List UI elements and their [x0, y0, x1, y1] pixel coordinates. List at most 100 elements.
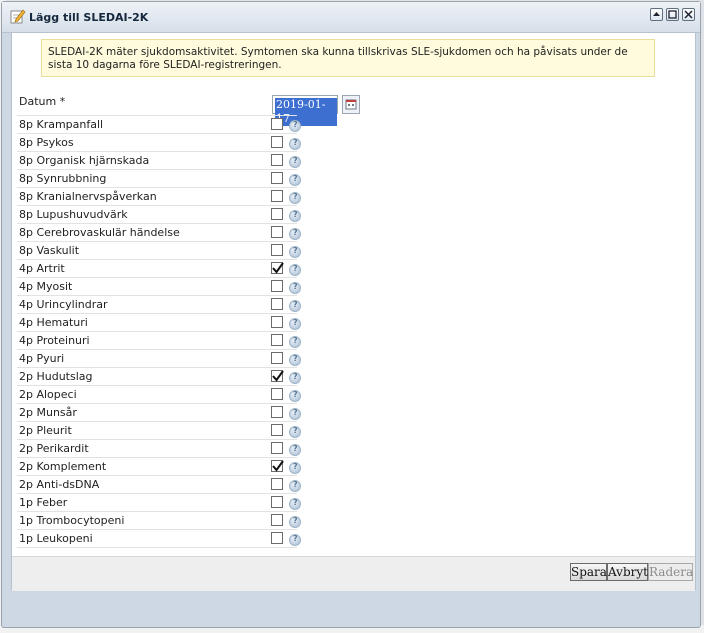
- symptom-checkbox[interactable]: [271, 280, 283, 292]
- row-divider: [17, 313, 297, 314]
- help-icon[interactable]: [289, 300, 301, 312]
- help-icon[interactable]: [289, 408, 301, 420]
- symptom-label: 2p Komplement: [19, 460, 107, 473]
- sledai-dialog: Lägg till SLEDAI-2K SLEDAI-2K mäter sjuk…: [1, 1, 701, 628]
- info-box: SLEDAI-2K mäter sjukdomsaktivitet. Symto…: [41, 39, 655, 77]
- chevron-up-icon: [653, 12, 660, 16]
- help-icon[interactable]: [289, 174, 301, 186]
- symptom-label: 8p Krampanfall: [19, 118, 104, 131]
- help-icon[interactable]: [289, 264, 301, 276]
- help-icon[interactable]: [289, 120, 301, 132]
- symptom-checkbox[interactable]: [271, 118, 283, 130]
- row-divider: [17, 223, 297, 224]
- symptom-label: 2p Alopeci: [19, 388, 77, 401]
- maximize-button[interactable]: [666, 8, 679, 21]
- close-icon: [684, 10, 693, 19]
- help-icon[interactable]: [289, 444, 301, 456]
- row-divider: [17, 403, 297, 404]
- help-icon[interactable]: [289, 372, 301, 384]
- help-icon[interactable]: [289, 318, 301, 330]
- help-icon[interactable]: [289, 480, 301, 492]
- calendar-button[interactable]: [342, 95, 360, 114]
- symptom-checkbox[interactable]: [271, 442, 283, 454]
- symptom-checkbox[interactable]: [271, 496, 283, 508]
- collapse-button[interactable]: [650, 8, 663, 21]
- help-icon[interactable]: [289, 336, 301, 348]
- row-divider: [17, 493, 297, 494]
- symptom-checkbox[interactable]: [271, 172, 283, 184]
- row-divider: [17, 349, 297, 350]
- symptom-checkbox[interactable]: [271, 190, 283, 202]
- help-icon[interactable]: [289, 534, 301, 546]
- help-icon[interactable]: [289, 426, 301, 438]
- dialog-titlebar[interactable]: Lägg till SLEDAI-2K: [2, 2, 700, 33]
- dialog-content: SLEDAI-2K mäter sjukdomsaktivitet. Symto…: [11, 32, 696, 591]
- symptom-checkbox[interactable]: [271, 514, 283, 526]
- symptom-checkbox[interactable]: [271, 136, 283, 148]
- symptom-checkbox[interactable]: [271, 460, 284, 472]
- symptom-checkbox[interactable]: [271, 298, 283, 310]
- symptom-checkbox[interactable]: [271, 208, 283, 220]
- row-divider: [17, 547, 297, 548]
- symptom-checkbox[interactable]: [271, 370, 284, 382]
- symptom-label: 4p Hematuri: [19, 316, 88, 329]
- symptom-label: 4p Proteinuri: [19, 334, 90, 347]
- dialog-footer: Spara Avbryt Radera: [12, 556, 695, 591]
- close-button[interactable]: [682, 8, 695, 21]
- delete-button[interactable]: Radera: [648, 563, 693, 581]
- help-icon[interactable]: [289, 228, 301, 240]
- symptom-label: 8p Lupushuvudvärk: [19, 208, 128, 221]
- row-divider: [17, 295, 297, 296]
- dialog-title: Lägg till SLEDAI-2K: [29, 11, 149, 24]
- help-icon[interactable]: [289, 462, 301, 474]
- symptom-checkbox[interactable]: [271, 406, 283, 418]
- symptom-label: 2p Hudutslag: [19, 370, 93, 383]
- symptom-checkbox[interactable]: [271, 478, 283, 490]
- symptom-label: 8p Synrubbning: [19, 172, 107, 185]
- help-icon[interactable]: [289, 516, 301, 528]
- help-icon[interactable]: [289, 354, 301, 366]
- row-divider: [17, 259, 297, 260]
- help-icon[interactable]: [289, 192, 301, 204]
- help-icon[interactable]: [289, 390, 301, 402]
- row-divider: [17, 475, 297, 476]
- symptom-checkbox[interactable]: [271, 532, 283, 544]
- save-button[interactable]: Spara: [570, 563, 607, 581]
- cancel-button[interactable]: Avbryt: [607, 563, 648, 581]
- symptom-label: 2p Munsår: [19, 406, 77, 419]
- help-icon[interactable]: [289, 282, 301, 294]
- symptom-label: 4p Urincylindrar: [19, 298, 108, 311]
- row-divider: [17, 421, 297, 422]
- symptom-checkbox[interactable]: [271, 244, 283, 256]
- symptom-label: 1p Leukopeni: [19, 532, 93, 545]
- row-divider: [17, 241, 297, 242]
- row-divider: [17, 511, 297, 512]
- row-divider: [17, 385, 297, 386]
- symptom-label: 1p Trombocytopeni: [19, 514, 125, 527]
- help-icon[interactable]: [289, 210, 301, 222]
- checkmark-icon: [272, 370, 284, 382]
- symptom-checkbox[interactable]: [271, 388, 283, 400]
- symptom-checkbox[interactable]: [271, 226, 283, 238]
- row-divider: [17, 169, 297, 170]
- help-icon[interactable]: [289, 498, 301, 510]
- symptom-checkbox[interactable]: [271, 316, 283, 328]
- symptom-checkbox[interactable]: [271, 262, 284, 274]
- row-divider: [17, 187, 297, 188]
- symptom-checkbox[interactable]: [271, 154, 283, 166]
- help-icon[interactable]: [289, 156, 301, 168]
- maximize-icon: [668, 10, 677, 19]
- symptom-label: 2p Pleurit: [19, 424, 72, 437]
- symptom-checkbox[interactable]: [271, 334, 283, 346]
- help-icon[interactable]: [289, 138, 301, 150]
- row-divider: [17, 151, 297, 152]
- symptom-checkbox[interactable]: [271, 352, 283, 364]
- help-icon[interactable]: [289, 246, 301, 258]
- symptom-label: 8p Vaskulit: [19, 244, 80, 257]
- symptom-checkbox[interactable]: [271, 424, 283, 436]
- date-value: 2019-01-17: [275, 98, 337, 126]
- date-input[interactable]: 2019-01-17: [272, 95, 338, 126]
- checkmark-icon: [272, 262, 284, 274]
- edit-pencil-icon: [10, 8, 26, 24]
- symptom-label: 4p Myosit: [19, 280, 73, 293]
